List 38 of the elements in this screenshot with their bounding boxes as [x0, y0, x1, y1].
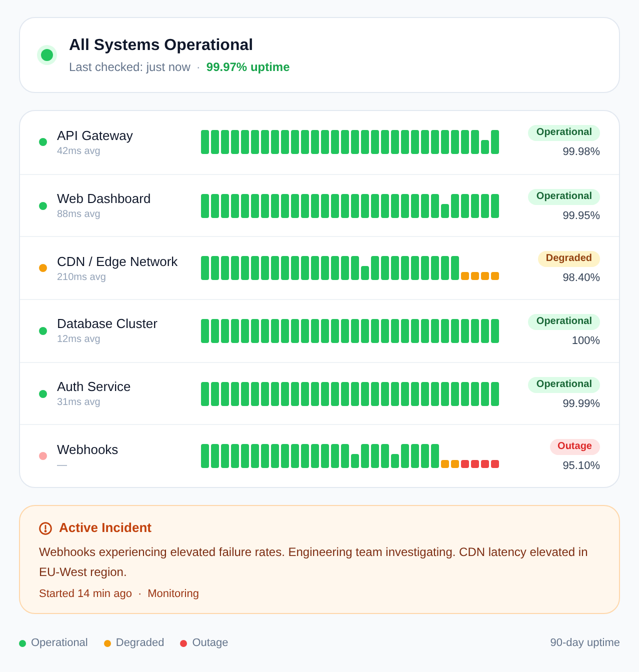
service-uptime: 99.95%	[562, 208, 600, 223]
incident-title: Active Incident	[59, 519, 152, 538]
status-badge: Outage	[550, 439, 600, 456]
status-badge: Operational	[528, 125, 600, 142]
legend-label: Degraded	[116, 636, 164, 650]
incident-started: Started 14 min ago	[39, 587, 132, 602]
separator: ·	[138, 587, 142, 602]
status-title: All Systems Operational	[69, 36, 254, 56]
alert-circle-icon	[39, 522, 52, 535]
incident-state: Monitoring	[148, 587, 199, 602]
legend-label: Outage	[192, 636, 228, 650]
service-name: Auth Service	[57, 378, 131, 396]
separator: ·	[196, 58, 200, 74]
status-badge: Operational	[528, 314, 600, 330]
service-latency: 88ms avg	[57, 208, 102, 222]
service-latency: 31ms avg	[57, 396, 102, 410]
service-name: Webhooks	[57, 440, 118, 459]
service-uptime: 100%	[572, 334, 600, 348]
uptime-period-note: 90-day uptime	[550, 636, 620, 650]
service-uptime: 99.98%	[562, 145, 600, 160]
service-name: CDN / Edge Network	[57, 252, 178, 271]
last-checked-text: Last checked: just now	[69, 58, 190, 74]
service-uptime: 99.99%	[562, 396, 600, 411]
service-name: API Gateway	[57, 126, 133, 145]
status-badge: Operational	[528, 376, 600, 393]
service-latency: —	[57, 458, 68, 472]
service-name: Web Dashboard	[57, 190, 151, 208]
service-name: Database Cluster	[57, 315, 158, 334]
status-badge: Degraded	[538, 251, 600, 268]
incident-description: Webhooks experiencing elevated failure rates. Engineering team investigating. CDN latency elevated in EU-West region.	[39, 544, 589, 582]
status-badge: Operational	[528, 188, 600, 205]
service-uptime: 98.40%	[562, 271, 600, 286]
service-latency: 210ms avg	[57, 270, 107, 284]
overall-uptime: 99.97% uptime	[206, 58, 290, 74]
service-latency: 12ms avg	[57, 333, 102, 346]
legend-label: Operational	[31, 636, 88, 650]
service-uptime: 95.10%	[562, 459, 600, 474]
service-latency: 42ms avg	[57, 144, 102, 158]
